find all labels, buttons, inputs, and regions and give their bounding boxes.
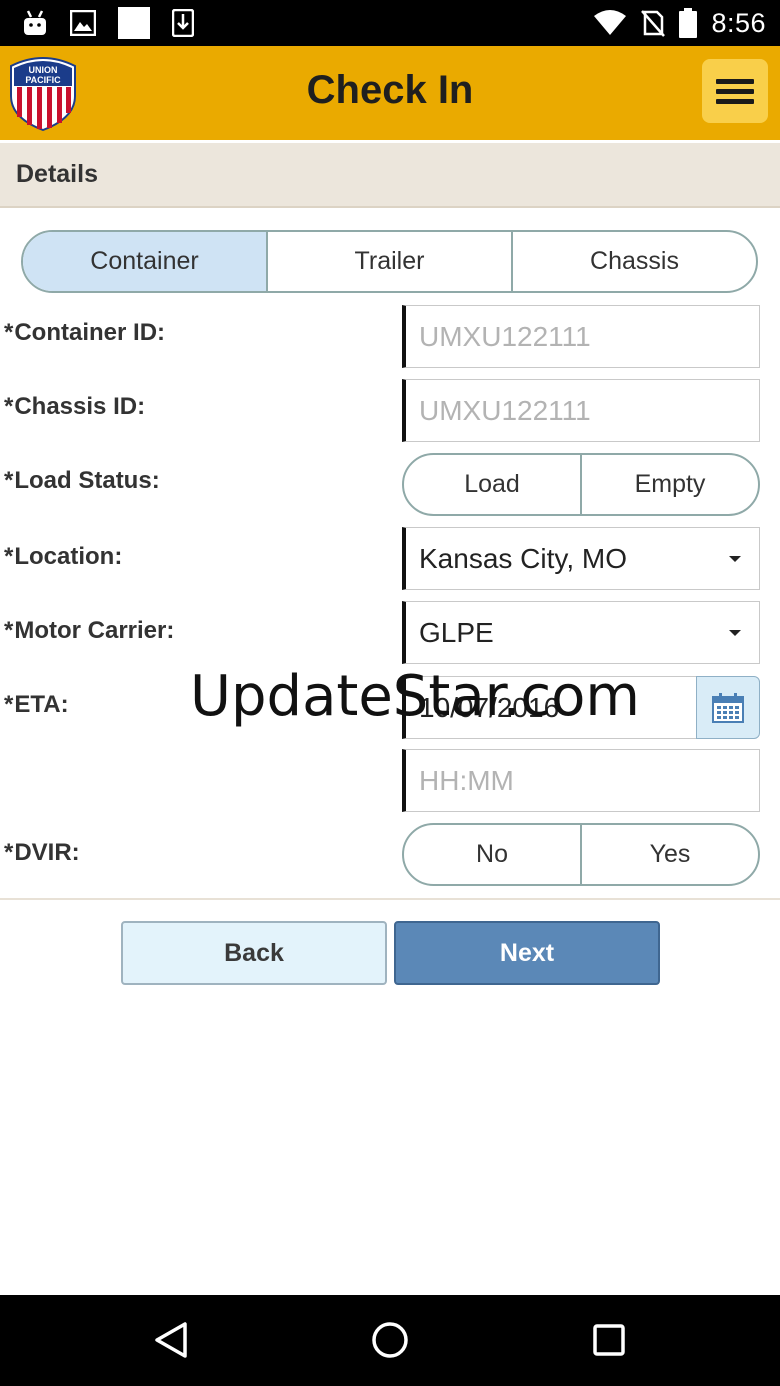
back-triangle-icon[interactable] [153,1321,189,1359]
location-select[interactable]: Kansas City, MO [402,527,760,590]
tab-trailer[interactable]: Trailer [268,232,513,291]
eta-time-input[interactable]: HH:MM [402,749,760,812]
android-icon [24,10,46,35]
tab-chassis[interactable]: Chassis [513,232,756,291]
back-button[interactable]: Back [121,921,387,985]
watermark: UpdateStar.com [190,664,640,729]
status-bar: 8:56 [0,0,780,46]
chassis-id-input[interactable]: UMXU122111 [402,379,760,442]
page-title: Check In [306,68,474,112]
system-nav-bar [0,1295,780,1386]
calendar-button[interactable] [696,676,760,739]
dvir-label: *DVIR: [4,839,80,866]
motor-carrier-select[interactable]: GLPE [402,601,760,664]
app-header: UNION PACIFIC Check In [0,46,780,140]
details-title: Details [16,160,98,188]
home-circle-icon[interactable] [371,1321,409,1359]
next-button[interactable]: Next [394,921,660,985]
container-id-input[interactable]: UMXU122111 [402,305,760,368]
details-section-header: Details [0,140,780,208]
tab-container[interactable]: Container [23,232,268,291]
clock: 8:56 [711,7,766,38]
equipment-type-tabs: Container Trailer Chassis [21,230,758,293]
wifi-icon [594,10,627,35]
eta-label: *ETA: [4,691,69,718]
load-status-toggle: Load Empty [402,453,760,516]
container-id-label: *Container ID: [4,319,166,346]
motor-carrier-value: GLPE [419,616,494,648]
status-bar-system: 8:56 [593,6,766,40]
status-bar-notifications [22,6,194,40]
load-status-label: *Load Status: [4,467,160,494]
location-value: Kansas City, MO [419,542,627,574]
battery-icon [679,8,698,38]
no-sim-icon [641,10,666,37]
chassis-id-label: *Chassis ID: [4,393,146,420]
calendar-icon [712,692,744,723]
load-status-empty[interactable]: Empty [582,455,758,514]
square-icon [118,7,150,39]
image-icon [70,10,96,36]
form-divider [0,898,780,900]
dvir-toggle: No Yes [402,823,760,886]
dvir-yes[interactable]: Yes [582,825,758,884]
dvir-no[interactable]: No [404,825,582,884]
motor-carrier-label: *Motor Carrier: [4,617,175,644]
dropdown-arrow-icon [729,630,741,636]
recents-square-icon[interactable] [592,1323,626,1357]
menu-button[interactable] [702,59,768,123]
dropdown-arrow-icon [729,556,741,562]
load-status-load[interactable]: Load [404,455,582,514]
download-icon [172,9,194,37]
hamburger-icon [716,78,754,84]
location-label: *Location: [4,543,123,570]
